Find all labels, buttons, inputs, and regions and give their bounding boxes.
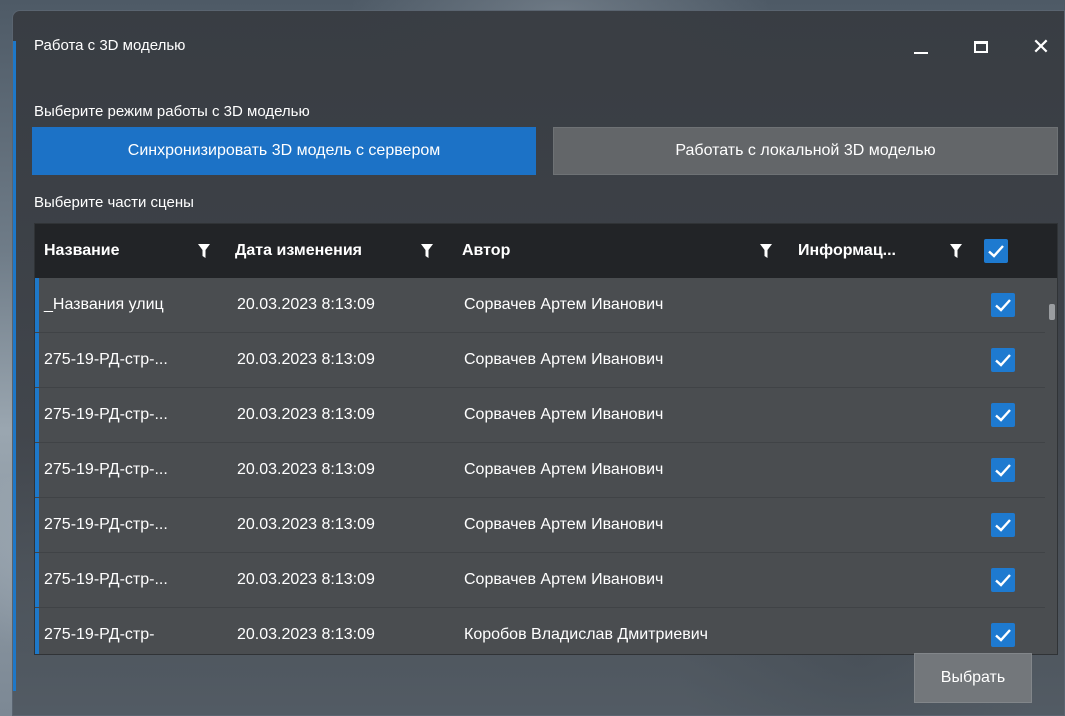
mode-label: Выберите режим работы с 3D моделью xyxy=(34,103,310,120)
cell-author: Коробов Владислав Дмитриевич xyxy=(464,626,708,643)
minimize-icon xyxy=(914,52,928,54)
filter-icon[interactable] xyxy=(760,244,772,258)
cell-check xyxy=(991,568,1045,592)
cell-date: 20.03.2023 8:13:09 xyxy=(237,351,375,368)
filter-icon[interactable] xyxy=(198,244,210,258)
row-checkbox[interactable] xyxy=(991,513,1015,537)
cell-name: 275-19-РД-стр-... xyxy=(44,406,168,423)
grid-rows: _Названия улиц 20.03.2023 8:13:09 Сорвач… xyxy=(35,278,1045,654)
window-accent-edge xyxy=(13,41,16,691)
sync-server-button-label: Синхронизировать 3D модель с сервером xyxy=(127,142,441,159)
cell-date: 20.03.2023 8:13:09 xyxy=(237,516,375,533)
checkmark-icon xyxy=(995,299,1011,312)
cell-author: Сорвачев Артем Иванович xyxy=(464,461,664,478)
column-header-author[interactable]: Автор xyxy=(456,224,794,278)
window-title: Работа с 3D моделью xyxy=(34,37,186,54)
checkmark-icon xyxy=(995,574,1011,587)
cell-check xyxy=(991,458,1045,482)
cell-name: 275-19-РД-стр-... xyxy=(44,516,168,533)
column-header-info[interactable]: Информац... xyxy=(794,224,984,278)
table-row[interactable]: 275-19-РД-стр- 20.03.2023 8:13:09 Коробо… xyxy=(35,608,1045,654)
cell-name: _Названия улиц xyxy=(44,296,164,313)
cell-date: 20.03.2023 8:13:09 xyxy=(237,406,375,423)
row-checkbox[interactable] xyxy=(991,403,1015,427)
column-header-info-label: Информац... xyxy=(798,242,896,259)
select-all-checkbox[interactable] xyxy=(984,239,1008,263)
scene-parts-label: Выберите части сцены xyxy=(34,194,194,211)
checkmark-icon xyxy=(995,629,1011,642)
cell-name: 275-19-РД-стр- xyxy=(44,626,155,643)
local-model-button-label: Работать с локальной 3D моделью xyxy=(675,142,936,159)
minimize-button[interactable] xyxy=(901,31,941,63)
cell-name: 275-19-РД-стр-... xyxy=(44,461,168,478)
table-row[interactable]: 275-19-РД-стр-... 20.03.2023 8:13:09 Сор… xyxy=(35,388,1045,443)
column-header-name[interactable]: Название xyxy=(35,224,231,278)
title-bar[interactable]: Работа с 3D моделью ✕ xyxy=(13,11,1064,83)
cell-author: Сорвачев Артем Иванович xyxy=(464,351,664,368)
select-button-label: Выбрать xyxy=(940,669,1006,686)
column-header-author-label: Автор xyxy=(462,242,511,259)
dialog-window: Работа с 3D моделью ✕ Выберите режим раб… xyxy=(12,10,1065,716)
table-row[interactable]: 275-19-РД-стр-... 20.03.2023 8:13:09 Сор… xyxy=(35,498,1045,553)
close-button[interactable]: ✕ xyxy=(1021,31,1061,63)
column-header-name-label: Название xyxy=(44,242,120,259)
cell-check xyxy=(991,348,1045,372)
table-row[interactable]: _Названия улиц 20.03.2023 8:13:09 Сорвач… xyxy=(35,278,1045,333)
close-icon: ✕ xyxy=(1031,34,1051,59)
maximize-icon xyxy=(974,41,988,53)
row-checkbox[interactable] xyxy=(991,348,1015,372)
cell-date: 20.03.2023 8:13:09 xyxy=(237,626,375,643)
checkmark-icon xyxy=(988,245,1004,258)
cell-author: Сорвачев Артем Иванович xyxy=(464,516,664,533)
cell-date: 20.03.2023 8:13:09 xyxy=(237,296,375,313)
checkmark-icon xyxy=(995,354,1011,367)
select-button[interactable]: Выбрать xyxy=(914,653,1032,703)
row-checkbox[interactable] xyxy=(991,568,1015,592)
select-all-cell xyxy=(984,224,1044,278)
filter-icon[interactable] xyxy=(950,244,962,258)
local-model-button[interactable]: Работать с локальной 3D моделью xyxy=(553,127,1058,175)
cell-name: 275-19-РД-стр-... xyxy=(44,571,168,588)
cell-author: Сорвачев Артем Иванович xyxy=(464,406,664,423)
row-checkbox[interactable] xyxy=(991,458,1015,482)
checkmark-icon xyxy=(995,519,1011,532)
column-header-date-label: Дата изменения xyxy=(235,242,362,259)
cell-check xyxy=(991,623,1045,647)
cell-author: Сорвачев Артем Иванович xyxy=(464,571,664,588)
row-checkbox[interactable] xyxy=(991,293,1015,317)
grid-scrollbar[interactable] xyxy=(1049,304,1055,320)
table-row[interactable]: 275-19-РД-стр-... 20.03.2023 8:13:09 Сор… xyxy=(35,553,1045,608)
sync-server-button[interactable]: Синхронизировать 3D модель с сервером xyxy=(32,127,536,175)
maximize-button[interactable] xyxy=(961,31,1001,63)
row-checkbox[interactable] xyxy=(991,623,1015,647)
checkmark-icon xyxy=(995,409,1011,422)
filter-icon[interactable] xyxy=(421,244,433,258)
cell-check xyxy=(991,293,1045,317)
cell-check xyxy=(991,403,1045,427)
cell-name: 275-19-РД-стр-... xyxy=(44,351,168,368)
table-row[interactable]: 275-19-РД-стр-... 20.03.2023 8:13:09 Сор… xyxy=(35,333,1045,388)
cell-date: 20.03.2023 8:13:09 xyxy=(237,571,375,588)
cell-date: 20.03.2023 8:13:09 xyxy=(237,461,375,478)
checkmark-icon xyxy=(995,464,1011,477)
scene-parts-grid: Название Дата изменения Автор Информац..… xyxy=(34,223,1058,655)
cell-check xyxy=(991,513,1045,537)
column-header-date[interactable]: Дата изменения xyxy=(231,224,456,278)
table-row[interactable]: 275-19-РД-стр-... 20.03.2023 8:13:09 Сор… xyxy=(35,443,1045,498)
grid-header: Название Дата изменения Автор Информац..… xyxy=(35,224,1057,278)
cell-author: Сорвачев Артем Иванович xyxy=(464,296,664,313)
